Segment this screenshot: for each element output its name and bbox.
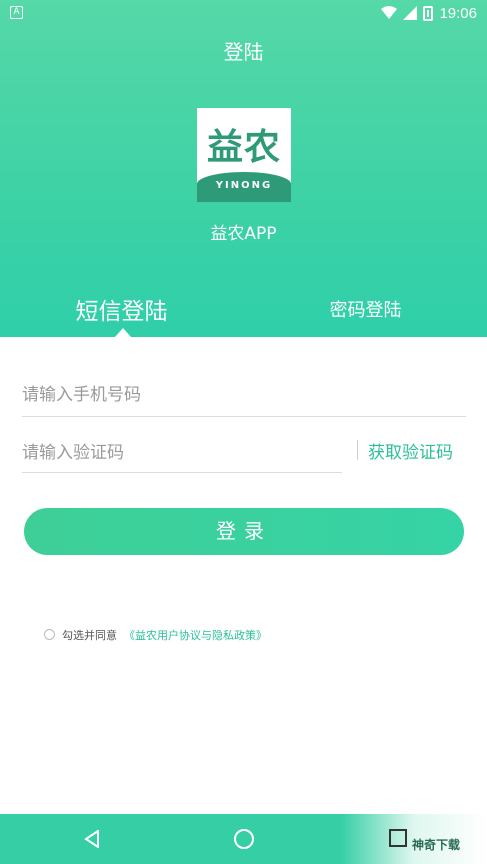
back-icon[interactable]: [84, 830, 100, 848]
status-bar: A 19:06: [0, 0, 487, 26]
battery-icon: [423, 5, 434, 21]
login-button[interactable]: 登录: [24, 508, 464, 555]
agreement-link[interactable]: 《益农用户协议与隐私政策》: [124, 627, 267, 643]
agreement-checkbox[interactable]: [44, 629, 55, 640]
status-time: 19:06: [439, 4, 477, 22]
recent-apps-icon[interactable]: [389, 829, 407, 847]
status-icons: 19:06: [381, 3, 477, 23]
agreement-label: 勾选并同意: [62, 629, 117, 642]
app-name: 益农APP: [210, 224, 277, 244]
phone-input[interactable]: 请输入手机号码: [22, 380, 466, 417]
home-icon[interactable]: [234, 829, 254, 849]
notification-icon: A: [10, 6, 23, 19]
wifi-icon: [381, 6, 398, 19]
logo-subtext: YINONG: [215, 180, 273, 191]
cell-signal-icon: [403, 6, 418, 20]
app-logo: 益农 YINONG: [197, 108, 291, 202]
divider: [357, 440, 358, 460]
watermark-logo: 神奇下载: [412, 838, 461, 852]
code-input[interactable]: 请输入验证码: [22, 438, 342, 473]
active-tab-indicator: [115, 328, 131, 337]
logo-text: 益农: [206, 127, 281, 168]
tab-sms-login[interactable]: 短信登陆: [0, 292, 243, 326]
login-header: A 19:06 登陆 益农 YINONG 益农APP 短信登陆 密码登陆: [0, 0, 487, 337]
page-title: 登陆: [223, 40, 264, 64]
tab-password-login[interactable]: 密码登陆: [244, 296, 487, 322]
get-code-button[interactable]: 获取验证码: [368, 438, 453, 463]
